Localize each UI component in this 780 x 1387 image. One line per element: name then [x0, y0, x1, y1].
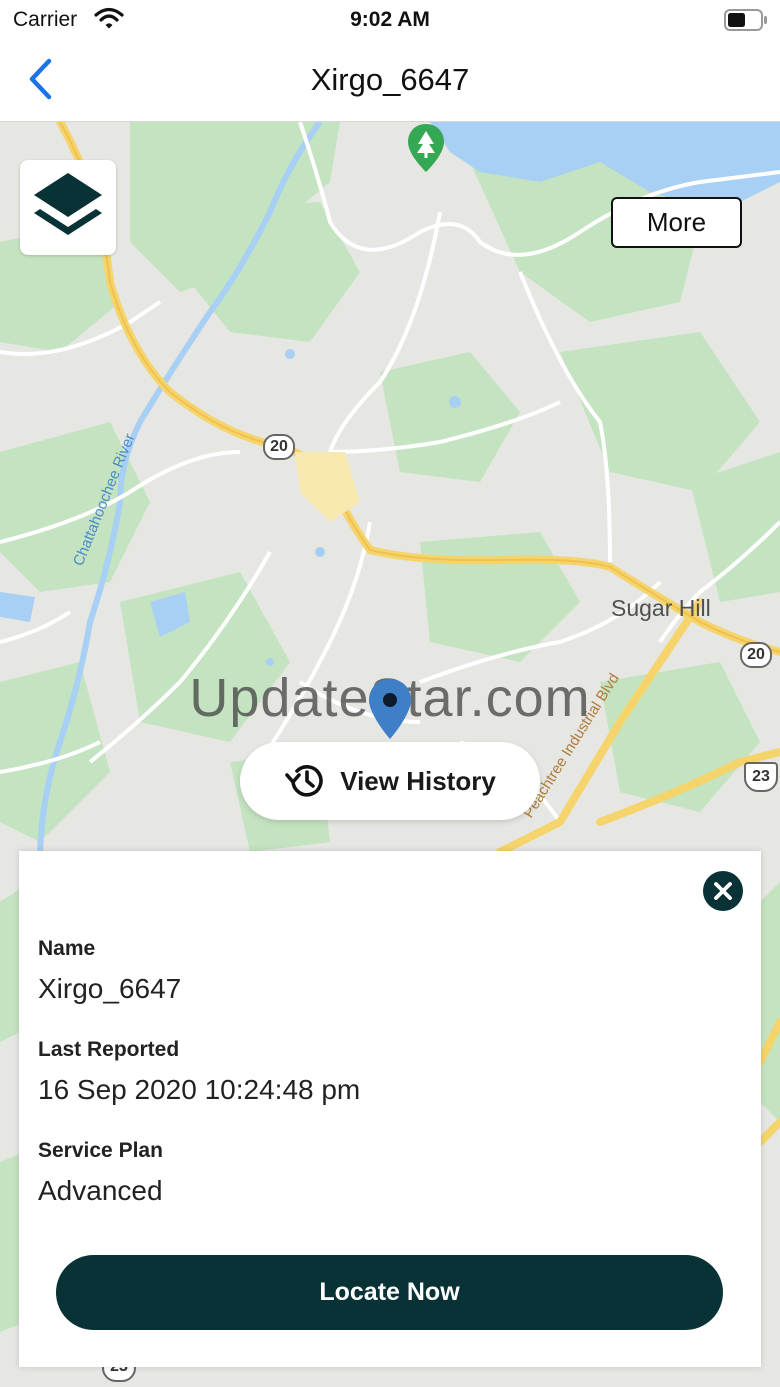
map-label-sugar-hill: Sugar Hill: [611, 595, 711, 621]
close-icon: [714, 882, 732, 900]
device-location-pin-icon[interactable]: [367, 677, 413, 746]
close-button[interactable]: [703, 871, 743, 911]
status-time: 9:02 AM: [350, 8, 430, 31]
name-label: Name: [38, 937, 96, 960]
map-layers-button[interactable]: [20, 160, 116, 255]
name-value: Xirgo_6647: [38, 973, 182, 1004]
last-reported-value: 16 Sep 2020 10:24:48 pm: [38, 1074, 361, 1105]
battery-icon: [724, 9, 768, 36]
locate-now-button[interactable]: Locate Now: [56, 1255, 723, 1330]
park-pin-icon: [406, 122, 446, 179]
device-info-card: Name Xirgo_6647 Last Reported 16 Sep 202…: [19, 851, 761, 1367]
last-reported-label: Last Reported: [38, 1038, 180, 1061]
route-shield-23: 23: [744, 762, 778, 792]
page-title: Xirgo_6647: [310, 62, 470, 97]
view-history-button[interactable]: View History: [240, 742, 540, 820]
history-icon: [285, 765, 323, 797]
more-button[interactable]: More: [611, 197, 742, 248]
status-bar: Carrier 9:02 AM: [0, 0, 780, 40]
view-history-label: View History: [340, 765, 496, 796]
layers-icon: [34, 172, 102, 235]
route-shield-20: 20: [263, 434, 295, 460]
service-plan-value: Advanced: [38, 1175, 163, 1206]
route-shield-20: 20: [740, 642, 772, 668]
service-plan-label: Service Plan: [38, 1139, 163, 1162]
navigation-bar: Xirgo_6647: [0, 40, 780, 122]
